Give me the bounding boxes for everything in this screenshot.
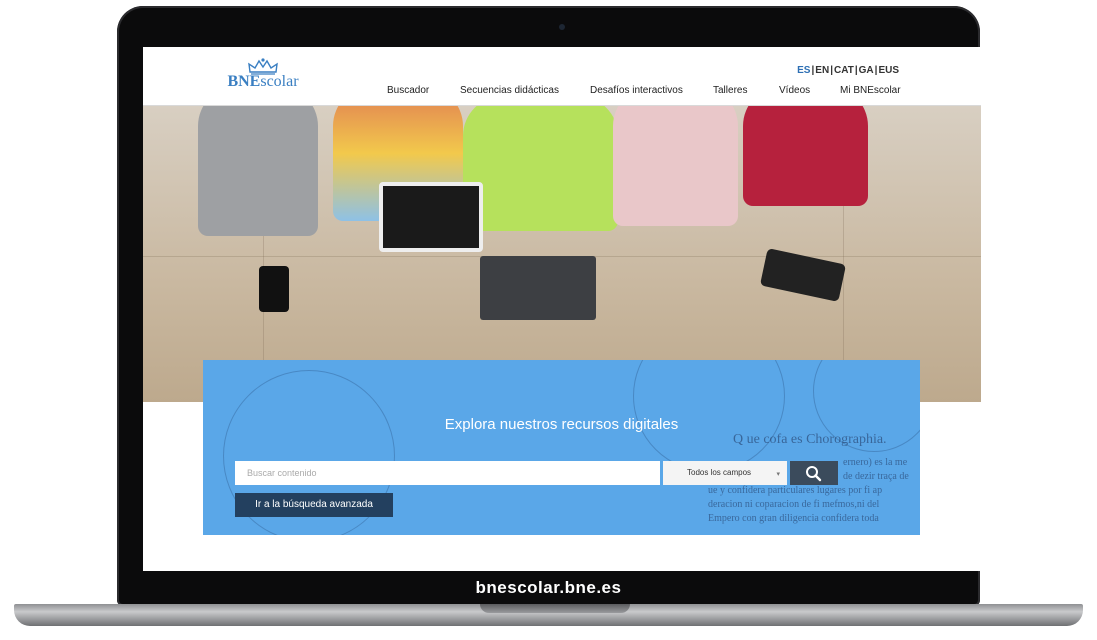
decor-text: Empero con gran diligencia confidera tod…: [708, 513, 879, 524]
laptop-notch: [480, 604, 630, 613]
field-select[interactable]: Todos los campos ▾: [663, 461, 787, 485]
decor-text: Q ue cofa es Chorographia.: [733, 432, 887, 447]
phone-device: [259, 266, 289, 312]
webcam: [559, 24, 565, 30]
nav-item-buscador[interactable]: Buscador: [387, 85, 429, 96]
laptop-device: [480, 256, 596, 320]
decor-text: de dezir traça de: [843, 471, 909, 482]
nav-item-talleres[interactable]: Talleres: [713, 85, 747, 96]
decor-text: ue y confidera particulares lugares por …: [708, 485, 883, 496]
child-figure: [613, 106, 738, 226]
decor-text: ernero) es la me: [843, 457, 908, 468]
screen: BNEscolar ES|EN|CAT|GA|EUS Buscador Secu…: [143, 47, 981, 571]
lang-ga[interactable]: GA: [859, 65, 874, 76]
field-select-value: Todos los campos: [687, 468, 752, 477]
advanced-search-button[interactable]: Ir a la búsqueda avanzada: [235, 493, 393, 517]
lang-eus[interactable]: EUS: [878, 65, 899, 76]
search-panel: Q ue cofa es Chorographia. ernero) es la…: [203, 360, 920, 535]
lang-en[interactable]: EN: [815, 65, 829, 76]
search-title: Explora nuestros recursos digitales: [444, 416, 679, 433]
language-switcher: ES|EN|CAT|GA|EUS: [797, 65, 899, 76]
nav-item-desafios[interactable]: Desafíos interactivos: [590, 85, 683, 96]
nav-item-mi-bnescolar[interactable]: Mi BNEscolar: [840, 85, 901, 96]
site-domain-label: bnescolar.bne.es: [475, 578, 622, 597]
search-button[interactable]: [790, 461, 838, 485]
child-figure: [743, 106, 868, 206]
tablet-device: [379, 182, 483, 252]
search-input[interactable]: [235, 461, 660, 485]
site-header: BNEscolar ES|EN|CAT|GA|EUS Buscador Secu…: [143, 47, 981, 106]
lang-es[interactable]: ES: [797, 65, 810, 76]
child-figure: [463, 106, 618, 231]
search-icon: [806, 466, 822, 482]
lang-cat[interactable]: CAT: [834, 65, 854, 76]
child-figure: [198, 106, 318, 236]
hero-photo: [143, 106, 981, 402]
main-nav: Buscador Secuencias didácticas Desafíos …: [143, 85, 981, 101]
nav-item-secuencias[interactable]: Secuencias didácticas: [460, 85, 559, 96]
decor-text: deracion ni coparacion de fi mefmos,ni d…: [708, 499, 880, 510]
nav-item-videos[interactable]: Vídeos: [779, 85, 810, 96]
chevron-down-icon: ▾: [776, 471, 780, 478]
